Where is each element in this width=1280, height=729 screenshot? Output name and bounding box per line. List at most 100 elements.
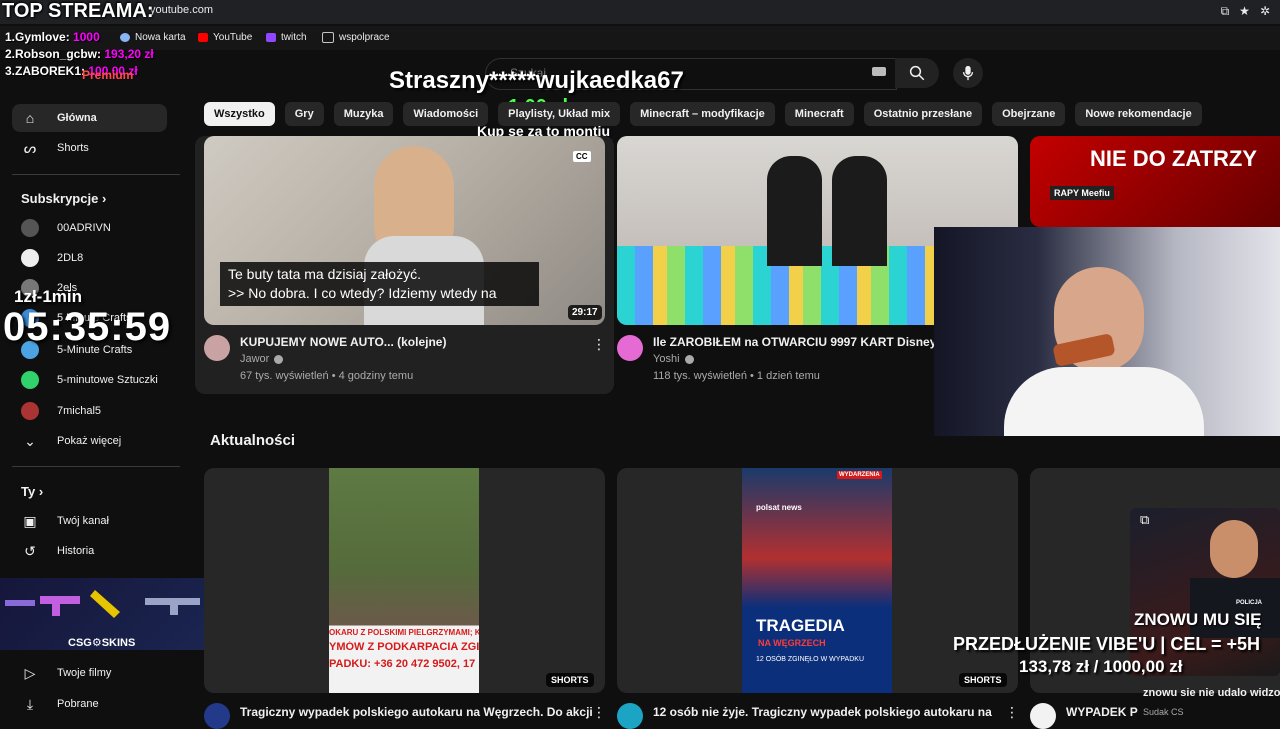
chip-watched[interactable]: Obejrzane	[992, 102, 1066, 126]
video-title[interactable]: Tragiczny wypadek polskiego autokaru na …	[240, 705, 593, 719]
mini-player-channel: Sudak CS	[1143, 707, 1184, 717]
video-thumbnail[interactable]: NIE DO ZATRZY RAPY Meefiu	[1030, 136, 1280, 227]
shorts-frame: polsat news WYDARZENIA TRAGEDIA NA WĘGRZ…	[742, 468, 892, 693]
video-duration: 29:17	[568, 305, 602, 320]
sidebar-item-home[interactable]: ⌂ Główna	[12, 104, 167, 132]
goal-progress: 133,78 zł / 1000,00 zł	[1019, 657, 1183, 676]
sidebar-sub-5-minutowe-sztuczki[interactable]: 5-minutowe Sztuczki	[12, 366, 167, 394]
bookmark-wspolprace[interactable]: wspolprace	[322, 32, 390, 43]
goal-title: PRZEDŁUŻENIE VIBE'U | CEL = +5H	[953, 634, 1261, 654]
expand-icon[interactable]: ⧉	[1140, 512, 1149, 528]
sidebar-item-downloads[interactable]: ⤓ Pobrane	[12, 690, 167, 718]
thumbnail-text: OKARU Z POLSKIMI PIELGRZYMAMI; KILKA OSÓ…	[329, 628, 479, 637]
channel-name[interactable]: Yoshi	[653, 353, 694, 365]
video-title[interactable]: KUPUJEMY NOWE AUTO... (kolejne)	[240, 335, 446, 349]
channel-avatar[interactable]	[1030, 703, 1056, 729]
news-thumbnail-1[interactable]: OKARU Z POLSKIMI PIELGRZYMAMI; KILKA OSÓ…	[204, 468, 605, 693]
chip-new-recommendations[interactable]: Nowe rekomendacje	[1075, 102, 1202, 126]
top-donor-1: 1.Gymlove: 1000	[5, 30, 100, 44]
you-heading[interactable]: Ty ›	[21, 484, 43, 499]
person-face	[1210, 520, 1258, 578]
chip-news[interactable]: Wiadomości	[403, 102, 489, 126]
star-icon[interactable]: ★	[1239, 4, 1250, 19]
chip-games[interactable]: Gry	[284, 102, 324, 126]
chip-music[interactable]: Muzyka	[333, 102, 394, 126]
sidebar-item-your-videos[interactable]: ▷ Twoje filmy	[12, 659, 167, 687]
video-meta: 67 tys. wyświetleń • 4 godziny temu	[240, 370, 414, 382]
sidebar-sub-7michal5[interactable]: 7michal5	[12, 397, 167, 425]
bookmark-new-tab[interactable]: Nowa karta	[120, 32, 186, 43]
folder-icon	[322, 32, 334, 43]
video-meta: 118 tys. wyświetleń • 1 dzień temu	[653, 370, 820, 382]
streamer-webcam	[934, 227, 1280, 436]
channel-avatar[interactable]	[617, 703, 643, 729]
extensions-icon[interactable]: ✲	[1260, 4, 1270, 19]
sidebar-sub-00adrivn[interactable]: 00ADRIVN	[12, 214, 167, 242]
address-bar[interactable]: youtube.com	[150, 4, 213, 16]
video-title[interactable]: WYPADEK P	[1066, 705, 1138, 719]
channel-avatar[interactable]	[204, 335, 230, 361]
closed-captions-badge: CC	[573, 151, 591, 162]
chip-mixes[interactable]: Playlisty, Układ mix	[498, 102, 621, 126]
subathon-timer: 05:35:59	[3, 305, 172, 349]
download-icon: ⤓	[26, 695, 34, 712]
twitch-icon	[266, 33, 276, 42]
video-title[interactable]: Ile ZAROBIŁEM na OTWARCIU 9997 KART Disn…	[653, 335, 944, 349]
chip-recently-uploaded[interactable]: Ostatnio przesłane	[863, 102, 983, 126]
sidebar-divider	[12, 174, 180, 175]
person-right	[832, 156, 887, 266]
voice-search-button[interactable]	[953, 58, 983, 88]
verified-icon	[274, 354, 284, 364]
thumbnail-text: PADKU: +36 20 472 9502, 17	[329, 658, 476, 670]
bookmark-twitch[interactable]: twitch	[266, 32, 307, 43]
video-caption: Te buty tata ma dzisiaj założyć. >> No d…	[220, 262, 539, 306]
youtube-premium-logo[interactable]: Premium	[82, 68, 133, 82]
subscriptions-heading[interactable]: Subskrypcje ›	[21, 191, 106, 206]
sponsor-name: CSG⚙SKINS	[68, 637, 136, 649]
bookmark-youtube[interactable]: YouTube	[198, 32, 252, 43]
polsat-logo: polsat news	[756, 503, 802, 512]
channel-avatar[interactable]	[617, 335, 643, 361]
mini-player-title[interactable]: znowu sie nie udalo widzowi	[1143, 687, 1280, 699]
thumbnail-text: YMÓW Z PODKARPACIA ZGINĘŁ	[329, 641, 479, 653]
sidebar-sub-2dl8[interactable]: 2DL8	[12, 244, 167, 272]
news-tag: WYDARZENIA	[837, 471, 882, 479]
top-donors-title: TOP STREAMA:	[2, 0, 154, 22]
search-icon	[909, 65, 925, 81]
avatar	[21, 402, 39, 420]
globe-icon	[120, 33, 130, 42]
sidebar-show-more[interactable]: ⌄ Pokaż więcej	[12, 427, 167, 455]
channel-avatar[interactable]	[204, 703, 230, 729]
news-thumbnail-2[interactable]: polsat news WYDARZENIA TRAGEDIA NA WĘGRZ…	[617, 468, 1018, 693]
police-badge: POLICJA	[1236, 600, 1263, 606]
search-button[interactable]	[895, 58, 939, 88]
more-options-icon[interactable]: ⋮	[592, 336, 606, 353]
sidebar-item-your-channel[interactable]: ▣ Twój kanał	[12, 507, 167, 535]
donation-username: Straszny*****wujkaedka67	[389, 67, 684, 94]
channel-name[interactable]: Jawor	[240, 353, 284, 365]
thumbnail-headline: NA WĘGRZECH	[758, 638, 826, 648]
thumbnail-text: ZNOWU MU SIĘ	[1134, 610, 1262, 629]
chevron-down-icon: ⌄	[24, 432, 36, 449]
sidebar-item-shorts[interactable]: ᔕ Shorts	[12, 134, 167, 162]
chip-minecraft[interactable]: Minecraft	[784, 102, 854, 126]
sidebar-item-history[interactable]: ↺ Historia	[12, 537, 167, 565]
weapon-skins-image	[5, 590, 200, 618]
avatar	[21, 219, 39, 237]
microphone-icon	[962, 65, 974, 81]
chip-all[interactable]: Wszystko	[204, 102, 275, 126]
more-options-icon[interactable]: ⋮	[1005, 704, 1019, 721]
video-title[interactable]: 12 osób nie żyje. Tragiczny wypadek pols…	[653, 705, 992, 719]
filter-chips: Wszystko Gry Muzyka Wiadomości Playlisty…	[204, 102, 1202, 126]
shorts-icon: ᔕ	[23, 139, 37, 156]
keyboard-icon[interactable]	[872, 67, 886, 76]
bookmarks-bar: Nowa karta YouTube twitch wspolprace	[0, 26, 1280, 50]
play-icon: ▷	[24, 664, 36, 681]
top-donor-2: 2.Robson_gcbw: 193,20 zł	[5, 47, 154, 61]
more-options-icon[interactable]: ⋮	[592, 704, 606, 721]
share-icon[interactable]: ⧉	[1221, 4, 1230, 19]
avatar	[21, 371, 39, 389]
home-icon: ⌂	[25, 110, 35, 126]
history-icon: ↺	[24, 542, 36, 559]
chip-minecraft-mods[interactable]: Minecraft – modyfikacje	[630, 102, 775, 126]
